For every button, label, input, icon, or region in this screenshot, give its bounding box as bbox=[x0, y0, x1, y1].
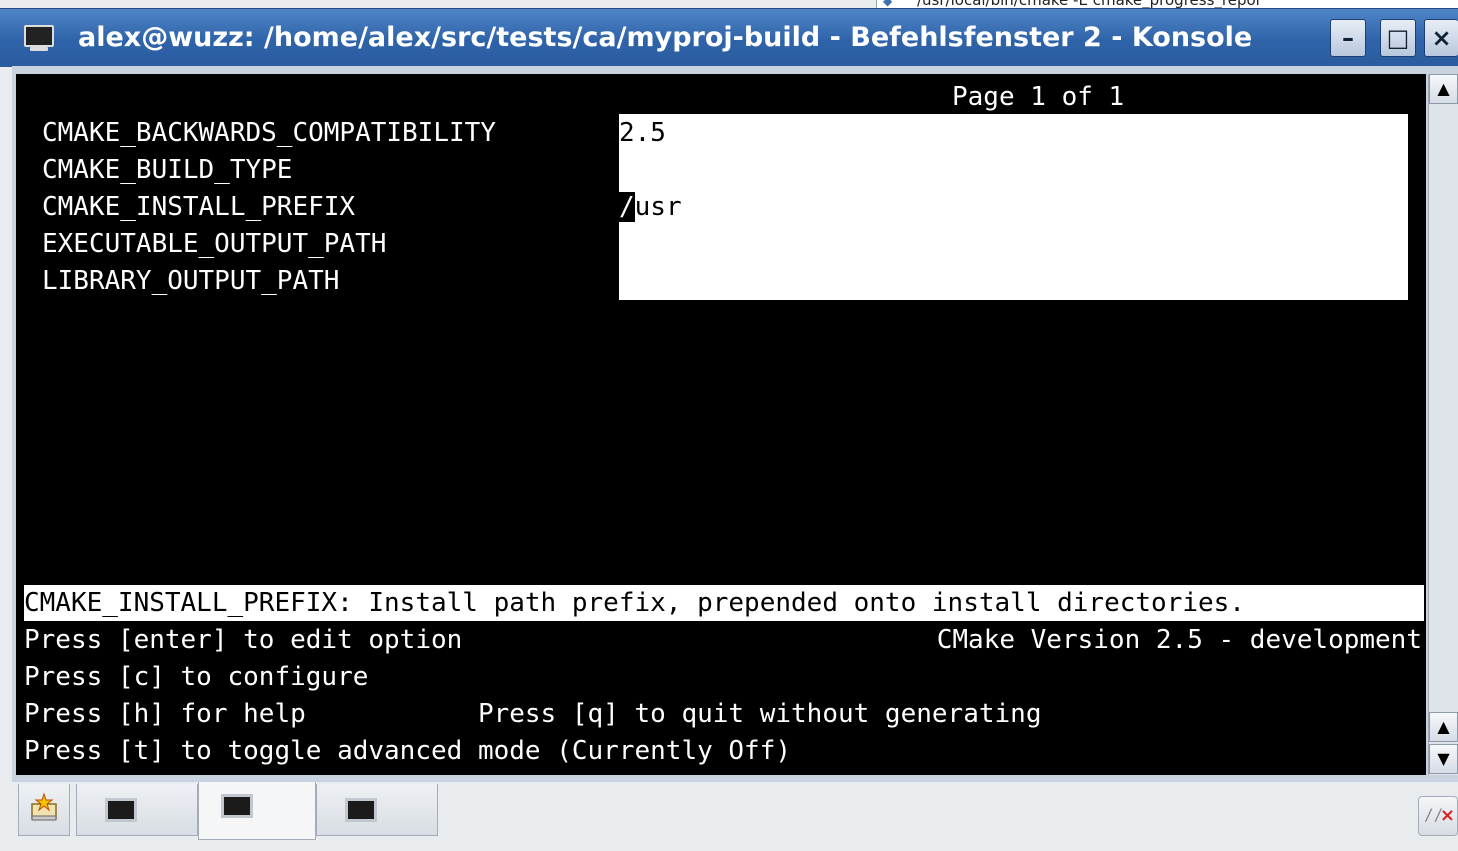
session-tab-bar: //× bbox=[0, 782, 1458, 851]
new-session-icon bbox=[31, 792, 57, 821]
terminal-icon bbox=[345, 798, 377, 822]
scroll-down-arrow-icon[interactable]: ▼ bbox=[1429, 744, 1458, 774]
minimize-button[interactable]: – bbox=[1330, 19, 1366, 57]
variable-name[interactable]: LIBRARY_OUTPUT_PATH bbox=[42, 263, 339, 299]
terminal-icon bbox=[105, 798, 137, 822]
page-indicator: Page 1 of 1 bbox=[952, 82, 1125, 112]
scroll-up-arrow-icon[interactable]: ▲ bbox=[1429, 712, 1458, 742]
window-title: alex@wuzz: /home/alex/src/tests/ca/mypro… bbox=[78, 22, 1253, 53]
help-status-bar: CMAKE_INSTALL_PREFIX: Install path prefi… bbox=[24, 585, 1424, 621]
values-column bbox=[619, 114, 1408, 300]
window-titlebar[interactable]: alex@wuzz: /home/alex/src/tests/ca/mypro… bbox=[0, 8, 1458, 67]
background-window-icon: ◆ bbox=[883, 0, 893, 8]
terminal-icon bbox=[221, 794, 253, 818]
scroll-up-arrow-icon[interactable]: ▲ bbox=[1429, 74, 1458, 104]
maximize-button[interactable]: □ bbox=[1380, 19, 1416, 57]
close-x-icon: × bbox=[1439, 805, 1455, 826]
session-tab-3[interactable] bbox=[316, 784, 438, 836]
variable-name[interactable]: CMAKE_BUILD_TYPE bbox=[42, 152, 292, 188]
instruction-line: Press [t] to toggle advanced mode (Curre… bbox=[24, 736, 792, 766]
variable-name[interactable]: EXECUTABLE_OUTPUT_PATH bbox=[42, 226, 386, 262]
terminal-area[interactable]: Page 1 of 1 CMAKE_BACKWARDS_COMPATIBILIT… bbox=[16, 74, 1426, 775]
variable-name[interactable]: CMAKE_INSTALL_PREFIX bbox=[42, 189, 355, 225]
instruction-line: Press [enter] to edit option bbox=[24, 625, 463, 655]
background-window-title[interactable]: ◆ /usr/local/bin/cmake -E cmake_progress… bbox=[876, 0, 1458, 8]
background-window-title-text: /usr/local/bin/cmake -E cmake_progress_r… bbox=[917, 0, 1262, 8]
variable-value-text: usr bbox=[634, 192, 682, 222]
variable-value-selected[interactable]: /usr bbox=[619, 189, 682, 225]
session-tab-2-active[interactable] bbox=[198, 782, 316, 840]
instruction-line: Press [h] for help Press [q] to quit wit… bbox=[24, 699, 1042, 729]
variable-name[interactable]: CMAKE_BACKWARDS_COMPATIBILITY bbox=[42, 115, 496, 151]
close-button[interactable]: × bbox=[1424, 19, 1458, 57]
session-tab-1[interactable] bbox=[76, 784, 198, 836]
konsole-icon[interactable] bbox=[22, 23, 54, 53]
cmake-version: CMake Version 2.5 - development bbox=[936, 625, 1422, 655]
variable-value[interactable]: 2.5 bbox=[619, 115, 666, 151]
new-session-button[interactable] bbox=[18, 784, 70, 836]
vertical-scrollbar[interactable]: ▲ ▲ ▼ bbox=[1428, 74, 1458, 775]
instruction-line: Press [c] to configure bbox=[24, 662, 369, 692]
text-cursor: / bbox=[619, 192, 635, 222]
close-session-button[interactable]: //× bbox=[1418, 796, 1458, 836]
